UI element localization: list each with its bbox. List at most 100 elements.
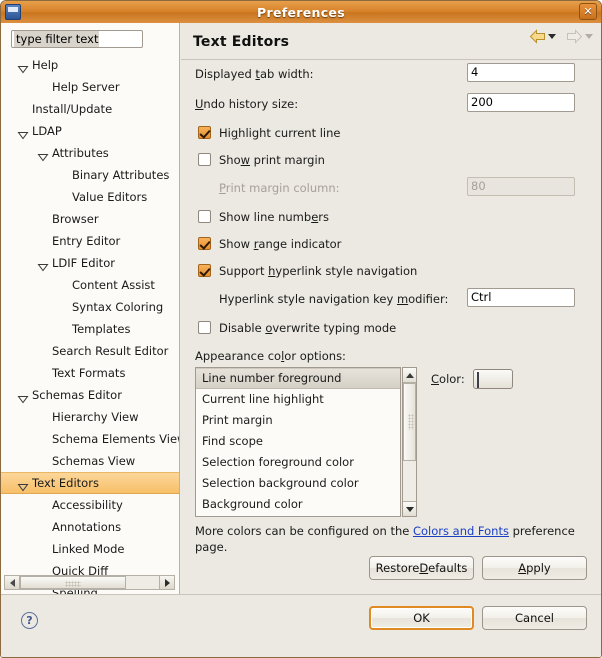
sidebar-item-ldap[interactable]: LDAP — [1, 120, 179, 142]
tab-width-label: Displayed tab width: — [195, 67, 314, 81]
sidebar-item-binary-attributes[interactable]: Binary Attributes — [1, 164, 179, 186]
sidebar-item-entry-editor[interactable]: Entry Editor — [1, 230, 179, 252]
chevron-down-icon[interactable] — [38, 151, 48, 157]
sidebar-item-text-formats[interactable]: Text Formats — [1, 362, 179, 384]
colors-and-fonts-link[interactable]: Colors and Fonts — [413, 524, 509, 538]
list-item[interactable]: Selection foreground color — [196, 452, 400, 473]
sidebar-item-schemas-view[interactable]: Schemas View — [1, 450, 179, 472]
page-title: Text Editors — [193, 34, 289, 50]
appearance-list-scrollbar[interactable] — [402, 367, 417, 517]
sidebar-item-ldif-editor[interactable]: LDIF Editor — [1, 252, 179, 274]
appearance-vscroll-thumb[interactable] — [403, 383, 416, 461]
sidebar-item-install-update[interactable]: Install/Update — [1, 98, 179, 120]
list-item[interactable]: Print margin — [196, 410, 400, 431]
checkbox-box[interactable] — [198, 153, 211, 166]
color-label: Color: — [431, 372, 465, 386]
color-picker-area: Color: — [431, 369, 513, 389]
sidebar-item-templates[interactable]: Templates — [1, 318, 179, 340]
checkbox-show-print-margin[interactable]: Show print margin — [195, 148, 587, 175]
sidebar-hscroll-thumb[interactable] — [20, 576, 126, 589]
sidebar-item-schemas-editor[interactable]: Schemas Editor — [1, 384, 179, 406]
sidebar-item-help-server[interactable]: Help Server — [1, 76, 179, 98]
sidebar-hscroll-track[interactable] — [20, 576, 159, 589]
chevron-down-icon[interactable] — [18, 63, 28, 69]
ldap-app-icon — [5, 4, 21, 20]
forward-dropdown-icon[interactable] — [585, 34, 593, 39]
scroll-left-icon[interactable] — [5, 576, 20, 589]
checkbox-highlight-current-line[interactable]: Highlight current line — [195, 121, 587, 148]
sidebar-item-browser[interactable]: Browser — [1, 208, 179, 230]
scroll-right-icon[interactable] — [159, 576, 174, 589]
field-hyperlink-modifier: Hyperlink style navigation key modifier:… — [195, 286, 587, 316]
hyperlink-modifier-label: Hyperlink style navigation key modifier: — [219, 292, 448, 306]
list-item[interactable]: Current line highlight — [196, 389, 400, 410]
filter-area: type filter text — [1, 23, 179, 54]
undo-history-label: Undo history size: — [195, 97, 298, 111]
preferences-tree: HelpHelp ServerInstall/UpdateLDAPAttribu… — [1, 54, 179, 594]
checkbox-box[interactable] — [198, 264, 211, 277]
list-item[interactable]: Selection background color — [196, 473, 400, 494]
page-header: Text Editors — [181, 23, 601, 53]
sidebar-horizontal-scrollbar[interactable] — [4, 575, 175, 590]
list-item[interactable]: Find scope — [196, 431, 400, 452]
close-icon[interactable]: ✕ — [579, 3, 597, 20]
chevron-down-icon[interactable] — [18, 129, 28, 135]
dialog-body: type filter text HelpHelp ServerInstall/… — [1, 23, 601, 657]
checkbox-label: Show print margin — [219, 153, 325, 167]
header-divider — [181, 59, 601, 60]
print-margin-column-input: 80 — [467, 177, 575, 196]
checkbox-box[interactable] — [198, 126, 211, 139]
colors-fonts-note: More colors can be configured on the Col… — [195, 523, 587, 555]
scroll-down-icon[interactable] — [403, 501, 416, 516]
appearance-color-listbox[interactable]: Line number foregroundCurrent line highl… — [195, 367, 401, 517]
sidebar-item-schema-elements-view[interactable]: Schema Elements View — [1, 428, 179, 450]
forward-arrow-icon — [566, 29, 583, 44]
search-input[interactable]: type filter text — [11, 30, 143, 48]
chevron-down-icon[interactable] — [18, 481, 28, 487]
apply-button[interactable]: Apply — [482, 556, 587, 580]
sidebar-item-linked-mode[interactable]: Linked Mode — [1, 538, 179, 560]
checkbox-show-range-indicator[interactable]: Show range indicator — [195, 232, 587, 259]
chevron-down-icon[interactable] — [38, 261, 48, 267]
color-swatch-button[interactable] — [473, 369, 513, 389]
cancel-button[interactable]: Cancel — [482, 606, 587, 630]
forward-button[interactable] — [566, 29, 593, 44]
sidebar-item-hierarchy-view[interactable]: Hierarchy View — [1, 406, 179, 428]
sidebar-item-help[interactable]: Help — [1, 54, 179, 76]
appearance-section-label: Appearance color options: — [195, 349, 587, 363]
tab-width-input[interactable]: 4 — [467, 63, 575, 82]
appearance-color-options: Line number foregroundCurrent line highl… — [195, 367, 417, 517]
sidebar-item-attributes[interactable]: Attributes — [1, 142, 179, 164]
scroll-up-icon[interactable] — [403, 368, 416, 383]
checkbox-disable-overwrite-typing[interactable]: Disable overwrite typing mode — [195, 316, 587, 343]
hyperlink-modifier-input[interactable]: Ctrl — [467, 288, 575, 307]
appearance-vscroll-track[interactable] — [403, 383, 416, 501]
sidebar-item-value-editors[interactable]: Value Editors — [1, 186, 179, 208]
checkbox-support-hyperlink-navigation[interactable]: Support hyperlink style navigation — [195, 259, 587, 286]
list-item[interactable]: Line number foreground — [196, 368, 400, 389]
sidebar-item-accessibility[interactable]: Accessibility — [1, 494, 179, 516]
back-dropdown-icon[interactable] — [548, 34, 556, 39]
sidebar-item-syntax-coloring[interactable]: Syntax Coloring — [1, 296, 179, 318]
checkbox-box[interactable] — [198, 237, 211, 250]
sidebar-item-label: Help — [32, 54, 58, 76]
chevron-down-icon[interactable] — [18, 393, 28, 399]
preferences-content: Text Editors — [181, 23, 601, 594]
sidebar-item-label: Schema Elements View — [52, 428, 179, 450]
sidebar-item-search-result-editor[interactable]: Search Result Editor — [1, 340, 179, 362]
page-nav-buttons — [529, 29, 593, 44]
checkbox-show-line-numbers[interactable]: Show line numbers — [195, 205, 587, 232]
list-item[interactable]: Background color — [196, 494, 400, 515]
undo-history-input[interactable]: 200 — [467, 93, 575, 112]
checkbox-box[interactable] — [198, 210, 211, 223]
restore-defaults-button[interactable]: Restore Defaults — [369, 556, 474, 580]
back-button[interactable] — [529, 29, 556, 44]
sidebar-item-text-editors[interactable]: Text Editors — [1, 472, 179, 494]
ok-button[interactable]: OK — [369, 606, 474, 630]
help-question-icon[interactable]: ? — [21, 612, 38, 629]
sidebar-item-content-assist[interactable]: Content Assist — [1, 274, 179, 296]
field-undo-history: Undo history size: 200 — [195, 91, 587, 121]
sidebar-item-annotations[interactable]: Annotations — [1, 516, 179, 538]
checkbox-box[interactable] — [198, 321, 211, 334]
sidebar-item-label: Browser — [52, 208, 99, 230]
